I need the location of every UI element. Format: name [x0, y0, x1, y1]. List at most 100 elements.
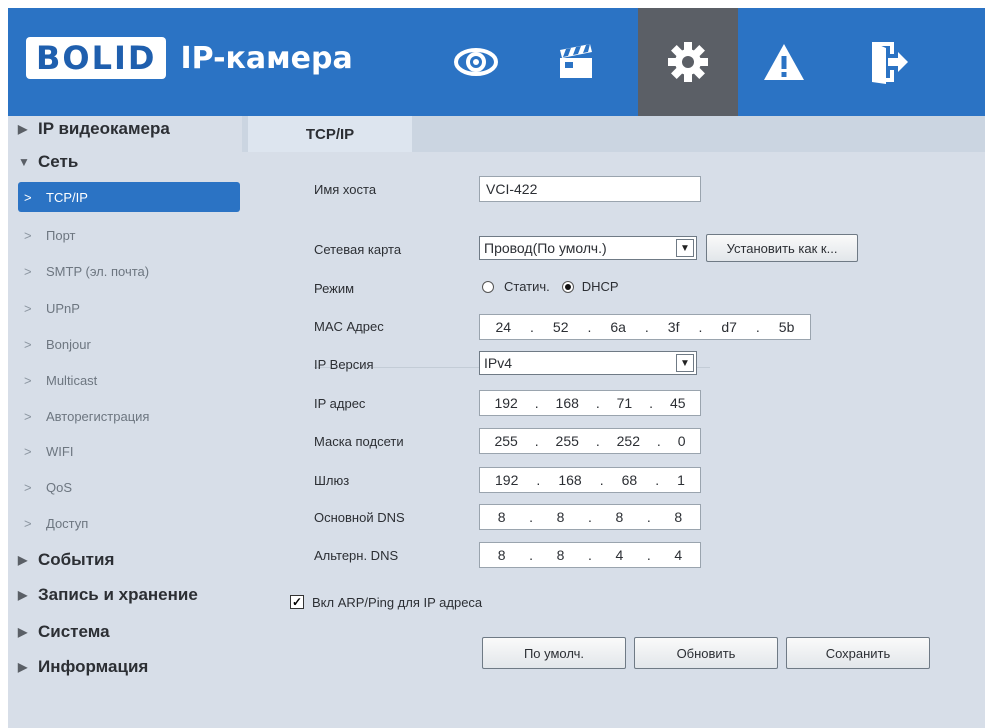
- sidebar-group-info[interactable]: ▶ Информация: [18, 656, 148, 678]
- sidebar-group-network[interactable]: ▼ Сеть: [18, 151, 78, 173]
- gateway-octet[interactable]: 168: [558, 472, 581, 488]
- ipver-select[interactable]: IPv4 ▼: [479, 351, 697, 375]
- chevron-right-icon: >: [24, 336, 32, 352]
- sidebar-item-label: Авторегистрация: [46, 408, 150, 424]
- nav-settings[interactable]: [638, 8, 738, 116]
- arp-checkbox[interactable]: ✓: [290, 595, 304, 609]
- sidebar-item-label: Multicast: [46, 372, 98, 388]
- sidebar-item-upnp[interactable]: > UPnP: [18, 293, 240, 323]
- dns1-octet[interactable]: 8: [498, 509, 506, 525]
- ip-octet[interactable]: 71: [617, 395, 633, 411]
- chevron-right-icon: >: [24, 300, 32, 316]
- dns2-octet[interactable]: 4: [615, 547, 623, 563]
- sidebar-item-multicast[interactable]: > Multicast: [18, 365, 240, 395]
- mode-static-label: Статич.: [504, 279, 550, 294]
- set-default-button[interactable]: Установить как к...: [706, 234, 858, 262]
- dns1-segments: 8. 8. 8. 8: [497, 509, 683, 525]
- netcard-select[interactable]: Провод(По умолч.) ▼: [479, 236, 697, 260]
- sidebar-group-system[interactable]: ▶ Система: [18, 621, 110, 643]
- gateway-label: Шлюз: [314, 473, 350, 488]
- sidebar-group-events[interactable]: ▶ События: [18, 549, 114, 571]
- app-title: IP-камера: [180, 40, 353, 76]
- chevron-right-icon: >: [24, 227, 32, 243]
- gateway-octet[interactable]: 192: [495, 472, 518, 488]
- bolid-logo: BOLID: [26, 37, 167, 79]
- ip-octet[interactable]: 192: [494, 395, 517, 411]
- sidebar-item-autoregister[interactable]: > Авторегистрация: [18, 401, 240, 431]
- save-button[interactable]: Сохранить: [786, 637, 930, 669]
- mask-octet[interactable]: 0: [678, 433, 686, 449]
- chevron-right-icon: >: [24, 443, 32, 459]
- chevron-down-icon[interactable]: ▼: [676, 354, 694, 372]
- sidebar: ▶ IP видеокамера ▼ Сеть > TCP/IP > Порт …: [8, 116, 242, 728]
- sidebar-group-ip-camera[interactable]: ▶ IP видеокамера: [18, 118, 170, 140]
- dns1-input[interactable]: 8. 8. 8. 8: [479, 504, 701, 530]
- nav-alarm[interactable]: [738, 8, 830, 116]
- dns2-octet[interactable]: 8: [498, 547, 506, 563]
- ip-input[interactable]: 192. 168. 71. 45: [479, 390, 701, 416]
- mac-octet: d7: [721, 319, 737, 335]
- sidebar-item-label: Порт: [46, 227, 76, 243]
- dns2-segments: 8. 8. 4. 4: [497, 547, 683, 563]
- dns1-octet[interactable]: 8: [674, 509, 682, 525]
- tab-tcpip[interactable]: TCP/IP: [248, 116, 412, 152]
- gateway-segments: 192. 168. 68. 1: [495, 472, 685, 488]
- expand-arrow-icon: ▶: [18, 553, 28, 567]
- sidebar-item-smtp[interactable]: > SMTP (эл. почта): [18, 256, 240, 286]
- nav-playback[interactable]: [530, 8, 622, 116]
- mask-octet[interactable]: 252: [617, 433, 640, 449]
- ipver-value: IPv4: [484, 355, 513, 371]
- mac-input: 24. 52. 6a. 3f. d7. 5b: [479, 314, 811, 340]
- sidebar-item-label: QoS: [46, 479, 73, 495]
- chevron-right-icon: >: [24, 479, 32, 495]
- sidebar-item-label: Доступ: [46, 515, 89, 531]
- sidebar-item-qos[interactable]: > QoS: [18, 472, 240, 502]
- mode-static-radio[interactable]: [482, 280, 494, 293]
- ip-octet[interactable]: 45: [670, 395, 686, 411]
- sidebar-group-label: Сеть: [38, 152, 79, 171]
- chevron-right-icon: >: [24, 515, 32, 531]
- dns2-octet[interactable]: 8: [557, 547, 565, 563]
- nav-live-view[interactable]: [430, 8, 522, 116]
- sidebar-item-label: UPnP: [46, 300, 80, 316]
- mode-dhcp-radio[interactable]: [561, 280, 574, 293]
- top-header: BOLID IP-камера: [8, 8, 985, 116]
- refresh-button[interactable]: Обновить: [634, 637, 778, 669]
- brand: BOLID IP-камера: [26, 36, 353, 80]
- mac-label: MAC Адрес: [314, 319, 384, 334]
- nav-logout[interactable]: [842, 8, 934, 116]
- dns1-label: Основной DNS: [314, 510, 405, 525]
- sidebar-item-bonjour[interactable]: > Bonjour: [18, 329, 240, 359]
- ip-octet[interactable]: 168: [556, 395, 579, 411]
- sidebar-item-access[interactable]: > Доступ: [18, 508, 240, 538]
- settings-panel: Имя хоста VCI-422 Сетевая карта Провод(П…: [242, 152, 985, 728]
- sidebar-item-port[interactable]: > Порт: [18, 220, 240, 250]
- chevron-right-icon: >: [24, 263, 32, 279]
- mac-segments: 24. 52. 6a. 3f. d7. 5b: [495, 319, 795, 335]
- sidebar-item-wifi[interactable]: > WIFI: [18, 436, 240, 466]
- dns2-label: Альтерн. DNS: [314, 548, 399, 563]
- default-button[interactable]: По умолч.: [482, 637, 626, 669]
- mask-octet[interactable]: 255: [556, 433, 579, 449]
- gateway-octet[interactable]: 68: [622, 472, 638, 488]
- mask-segments: 255. 255. 252. 0: [494, 433, 686, 449]
- mac-octet: 3f: [667, 319, 680, 335]
- chevron-down-icon[interactable]: ▼: [676, 239, 694, 257]
- mask-octet[interactable]: 255: [494, 433, 517, 449]
- sidebar-item-label: Bonjour: [46, 336, 91, 352]
- sidebar-item-label: SMTP (эл. почта): [46, 263, 150, 279]
- expand-arrow-icon: ▶: [18, 660, 28, 674]
- sidebar-group-storage[interactable]: ▶ Запись и хранение: [18, 584, 198, 606]
- mode-label: Режим: [314, 281, 355, 296]
- clapperboard-icon: [560, 44, 592, 78]
- mask-input[interactable]: 255. 255. 252. 0: [479, 428, 701, 454]
- dns2-input[interactable]: 8. 8. 4. 4: [479, 542, 701, 568]
- dns1-octet[interactable]: 8: [557, 509, 565, 525]
- hostname-input[interactable]: VCI-422: [479, 176, 701, 202]
- main-content: TCP/IP Имя хоста VCI-422 Сетевая карта П…: [242, 116, 985, 728]
- sidebar-item-tcpip[interactable]: > TCP/IP: [18, 182, 240, 212]
- dns1-octet[interactable]: 8: [615, 509, 623, 525]
- gateway-input[interactable]: 192. 168. 68. 1: [479, 467, 701, 493]
- gateway-octet[interactable]: 1: [677, 472, 685, 488]
- dns2-octet[interactable]: 4: [674, 547, 682, 563]
